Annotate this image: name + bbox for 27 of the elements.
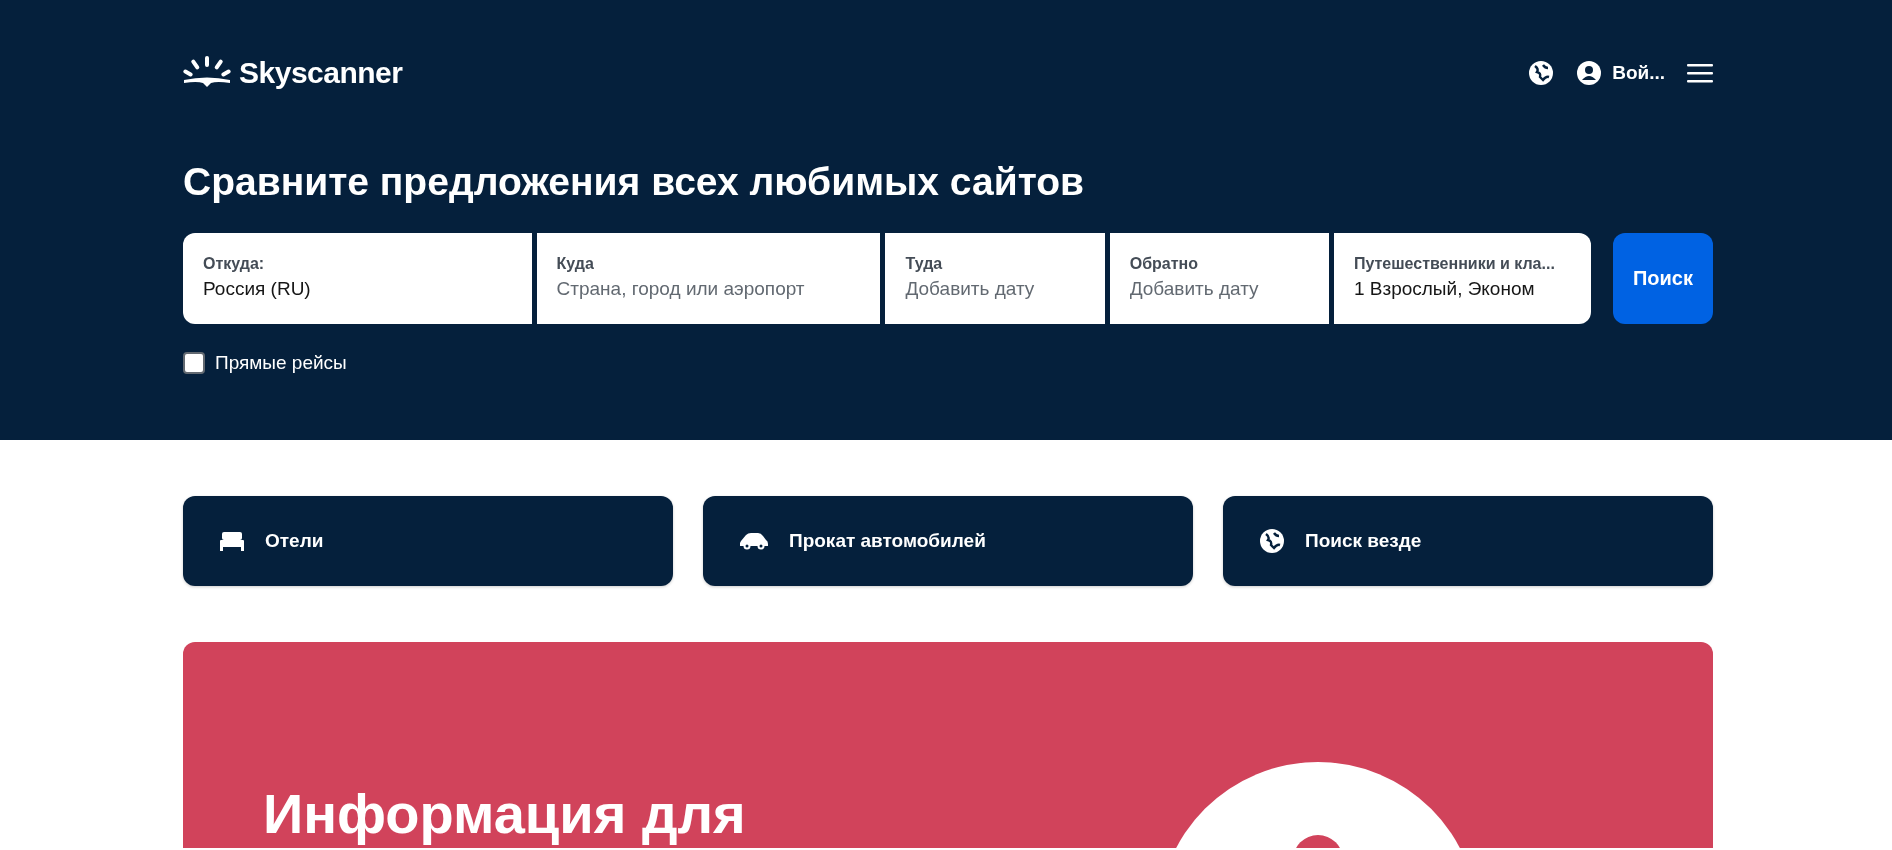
field-label: Откуда: [203, 255, 266, 273]
logo-text[interactable]: Skyscanner [239, 56, 403, 90]
service-card[interactable]: Прокат автомобилей [703, 496, 1193, 586]
login-button[interactable]: Вой... [1576, 60, 1665, 86]
page-heading: Сравните предложения всех любимых сайтов [183, 162, 1086, 201]
input-field[interactable]: Добавить дату [905, 278, 1085, 300]
service-card[interactable]: Отели [183, 496, 673, 586]
input-field[interactable]: Страна, город или аэропорт [556, 278, 861, 300]
bed-icon [219, 530, 245, 552]
banner-heading: Информация для [263, 785, 746, 844]
service-card[interactable]: Поиск везде [1223, 496, 1713, 586]
checkbox[interactable] [183, 352, 205, 374]
car-icon [739, 531, 769, 551]
input-field[interactable]: 1 Взрослый, Эконом [1353, 278, 1571, 300]
field-label: Туда [905, 255, 944, 273]
input-field[interactable]: Россия (RU) [203, 278, 512, 300]
input-field[interactable]: Добавить дату [1129, 278, 1309, 300]
sunrise-logo-icon [183, 56, 231, 90]
checkbox-label[interactable]: Прямые рейсы [215, 352, 347, 374]
globe-icon [1259, 528, 1285, 554]
field-label: Путешественники и кла... [1353, 255, 1556, 273]
user-icon [1576, 60, 1603, 86]
field-label: Куда [556, 255, 595, 273]
field-label: Обратно [1129, 255, 1199, 273]
search-button[interactable]: Поиск [1613, 233, 1713, 324]
menu-icon[interactable] [1687, 63, 1713, 83]
globe-icon[interactable] [1528, 60, 1555, 86]
